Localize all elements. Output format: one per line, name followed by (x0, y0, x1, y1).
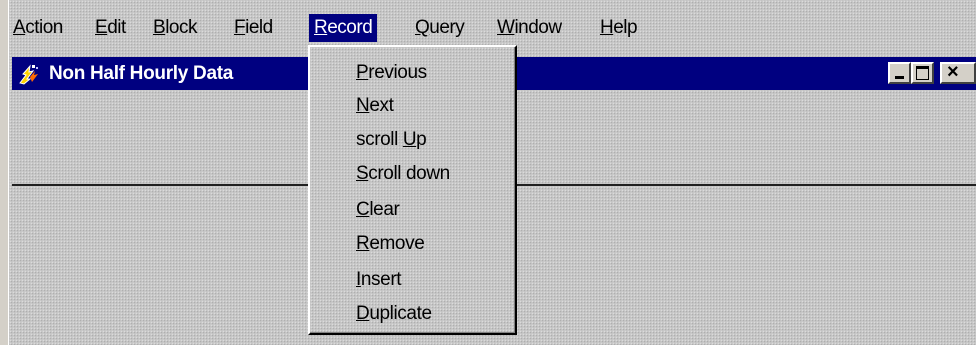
menu-help[interactable]: Help (595, 14, 642, 42)
menu-item-duplicate[interactable]: Duplicate (356, 300, 432, 328)
menu-window[interactable]: Window (492, 14, 567, 42)
menu-item-insert[interactable]: Insert (356, 266, 402, 294)
menu-field[interactable]: Field (229, 14, 278, 42)
menu-block[interactable]: Block (148, 14, 202, 42)
close-icon: × (947, 61, 959, 83)
app-flame-icon (18, 63, 40, 85)
menu-action[interactable]: Action (8, 14, 68, 42)
minimize-button[interactable] (888, 62, 911, 84)
application-window: Action Edit Block Field Record Query Win… (0, 0, 976, 345)
menu-item-remove[interactable]: Remove (356, 230, 425, 258)
window-frame-left (0, 0, 9, 345)
menu-query[interactable]: Query (410, 14, 469, 42)
menu-item-scroll-up[interactable]: scroll Up (356, 126, 427, 154)
close-button[interactable]: × (940, 62, 976, 84)
menu-item-scroll-down[interactable]: Scroll down (356, 160, 450, 188)
menu-bar: Action Edit Block Field Record Query Win… (8, 9, 976, 45)
menu-record[interactable]: Record (309, 14, 378, 42)
menu-item-clear[interactable]: Clear (356, 196, 400, 224)
record-menu-dropdown: Previous Next scroll Up Scroll down Clea… (308, 45, 517, 335)
menu-item-previous[interactable]: Previous (356, 59, 427, 87)
menu-edit[interactable]: Edit (90, 14, 131, 42)
menu-item-next[interactable]: Next (356, 92, 394, 120)
window-title: Non Half Hourly Data (49, 63, 234, 84)
maximize-button[interactable] (911, 62, 934, 84)
